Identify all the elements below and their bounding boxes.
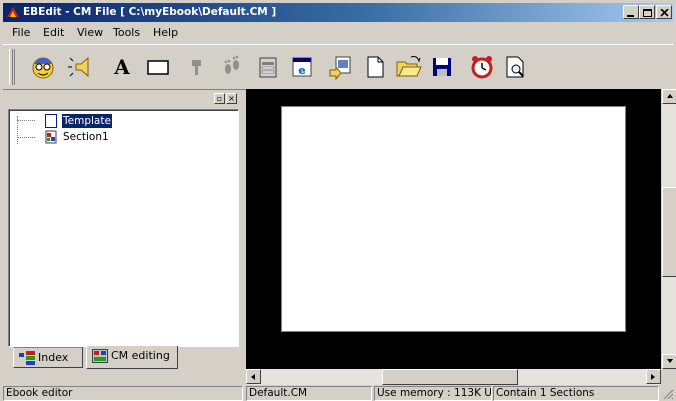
open-folder-button[interactable] bbox=[393, 52, 423, 82]
pane-close-button[interactable]: × bbox=[226, 93, 237, 104]
tab-cm-editing[interactable]: CM editing bbox=[86, 346, 178, 369]
alarm-clock-icon bbox=[471, 56, 493, 79]
resize-grip-icon[interactable] bbox=[662, 388, 674, 400]
browser-icon: e bbox=[292, 57, 312, 77]
pane-restore-button[interactable]: ▫ bbox=[214, 93, 225, 104]
scroll-left-button[interactable] bbox=[246, 369, 261, 384]
index-icon bbox=[19, 351, 35, 365]
page-icon bbox=[45, 114, 57, 128]
window-title: EBEdit - CM File [ C:\myEbook\Default.CM… bbox=[23, 6, 277, 18]
tree-line bbox=[17, 137, 35, 138]
editor-canvas[interactable] bbox=[246, 89, 661, 369]
app-window: EBEdit - CM File [ C:\myEbook\Default.CM… bbox=[0, 0, 676, 401]
step-icon bbox=[192, 60, 201, 75]
tab-index-label: Index bbox=[38, 351, 69, 364]
scroll-right-button[interactable] bbox=[646, 369, 661, 384]
rectangle-button[interactable] bbox=[143, 52, 173, 82]
arrow-down-icon bbox=[667, 359, 673, 363]
footprints-icon bbox=[224, 55, 239, 74]
vertical-scroll-thumb[interactable] bbox=[662, 187, 676, 277]
preview-button[interactable] bbox=[500, 52, 530, 82]
page-preview[interactable] bbox=[281, 106, 626, 332]
tree-item-label: Section1 bbox=[63, 131, 109, 143]
minimize-button[interactable] bbox=[623, 5, 639, 19]
tree-panel: ▫ × Template Section1 Index CM editing bbox=[5, 93, 245, 378]
menu-view[interactable]: View bbox=[77, 26, 103, 39]
close-button[interactable] bbox=[656, 5, 672, 19]
svg-text:e: e bbox=[298, 64, 305, 77]
menu-help[interactable]: Help bbox=[153, 26, 178, 39]
menu-file[interactable]: File bbox=[12, 26, 30, 39]
scroll-up-button[interactable] bbox=[662, 89, 676, 104]
import-icon bbox=[329, 56, 351, 81]
panel-tabs: Index CM editing bbox=[8, 346, 239, 371]
face-button[interactable] bbox=[28, 52, 58, 82]
maximize-icon bbox=[643, 9, 652, 17]
close-icon bbox=[660, 9, 669, 17]
arrow-left-icon bbox=[251, 374, 255, 380]
status-bar: Ebook editor Default.CM Use memory : 113… bbox=[0, 385, 676, 401]
horizontal-scroll-thumb[interactable] bbox=[382, 369, 518, 385]
text-button[interactable]: A bbox=[107, 52, 137, 82]
new-button[interactable] bbox=[360, 52, 390, 82]
tab-cm-editing-label: CM editing bbox=[111, 349, 170, 362]
maximize-button[interactable] bbox=[639, 5, 655, 19]
minimize-icon bbox=[627, 15, 634, 17]
status-file: Default.CM bbox=[246, 386, 372, 401]
alarm-clock-button[interactable] bbox=[467, 52, 497, 82]
arrow-right-icon bbox=[651, 374, 655, 380]
speaker-button[interactable] bbox=[67, 52, 97, 82]
import-button[interactable] bbox=[326, 52, 356, 82]
title-bar[interactable]: EBEdit - CM File [ C:\myEbook\Default.CM… bbox=[3, 3, 673, 22]
menu-bar: File Edit View Tools Help bbox=[3, 24, 673, 42]
app-icon bbox=[7, 7, 19, 17]
scroll-corner bbox=[661, 369, 676, 385]
arrow-up-icon bbox=[667, 94, 673, 98]
vertical-scrollbar[interactable] bbox=[661, 89, 676, 369]
toolbar: A e bbox=[3, 44, 673, 90]
browser-button[interactable]: e bbox=[287, 52, 317, 82]
menu-edit[interactable]: Edit bbox=[43, 26, 64, 39]
menu-tools[interactable]: Tools bbox=[113, 26, 140, 39]
tab-index[interactable]: Index bbox=[13, 347, 83, 368]
scroll-down-button[interactable] bbox=[662, 354, 676, 369]
text-icon: A bbox=[113, 55, 130, 79]
status-memory: Use memory : 113K U: bbox=[374, 386, 492, 401]
tree-item-label: Template bbox=[62, 114, 112, 128]
form-icon bbox=[259, 57, 277, 78]
toolbar-grip[interactable] bbox=[9, 49, 15, 85]
face-icon bbox=[32, 57, 54, 79]
open-folder-icon bbox=[396, 56, 422, 77]
speaker-icon bbox=[68, 56, 89, 78]
tree-line bbox=[17, 120, 35, 121]
tree-view[interactable]: Template Section1 bbox=[8, 109, 239, 347]
rectangle-icon bbox=[147, 60, 169, 75]
step-button[interactable] bbox=[183, 52, 213, 82]
footprints-button[interactable] bbox=[217, 52, 247, 82]
save-button[interactable] bbox=[427, 52, 457, 82]
svg-text:A: A bbox=[113, 55, 130, 79]
new-icon bbox=[367, 56, 384, 78]
cm-editing-icon bbox=[92, 349, 108, 363]
preview-icon bbox=[506, 56, 524, 78]
horizontal-scrollbar[interactable] bbox=[246, 369, 661, 385]
save-icon bbox=[433, 58, 451, 76]
section-icon bbox=[45, 130, 57, 144]
status-left: Ebook editor bbox=[3, 386, 243, 401]
status-sections: Contain 1 Sections bbox=[493, 386, 659, 401]
form-button[interactable] bbox=[253, 52, 283, 82]
